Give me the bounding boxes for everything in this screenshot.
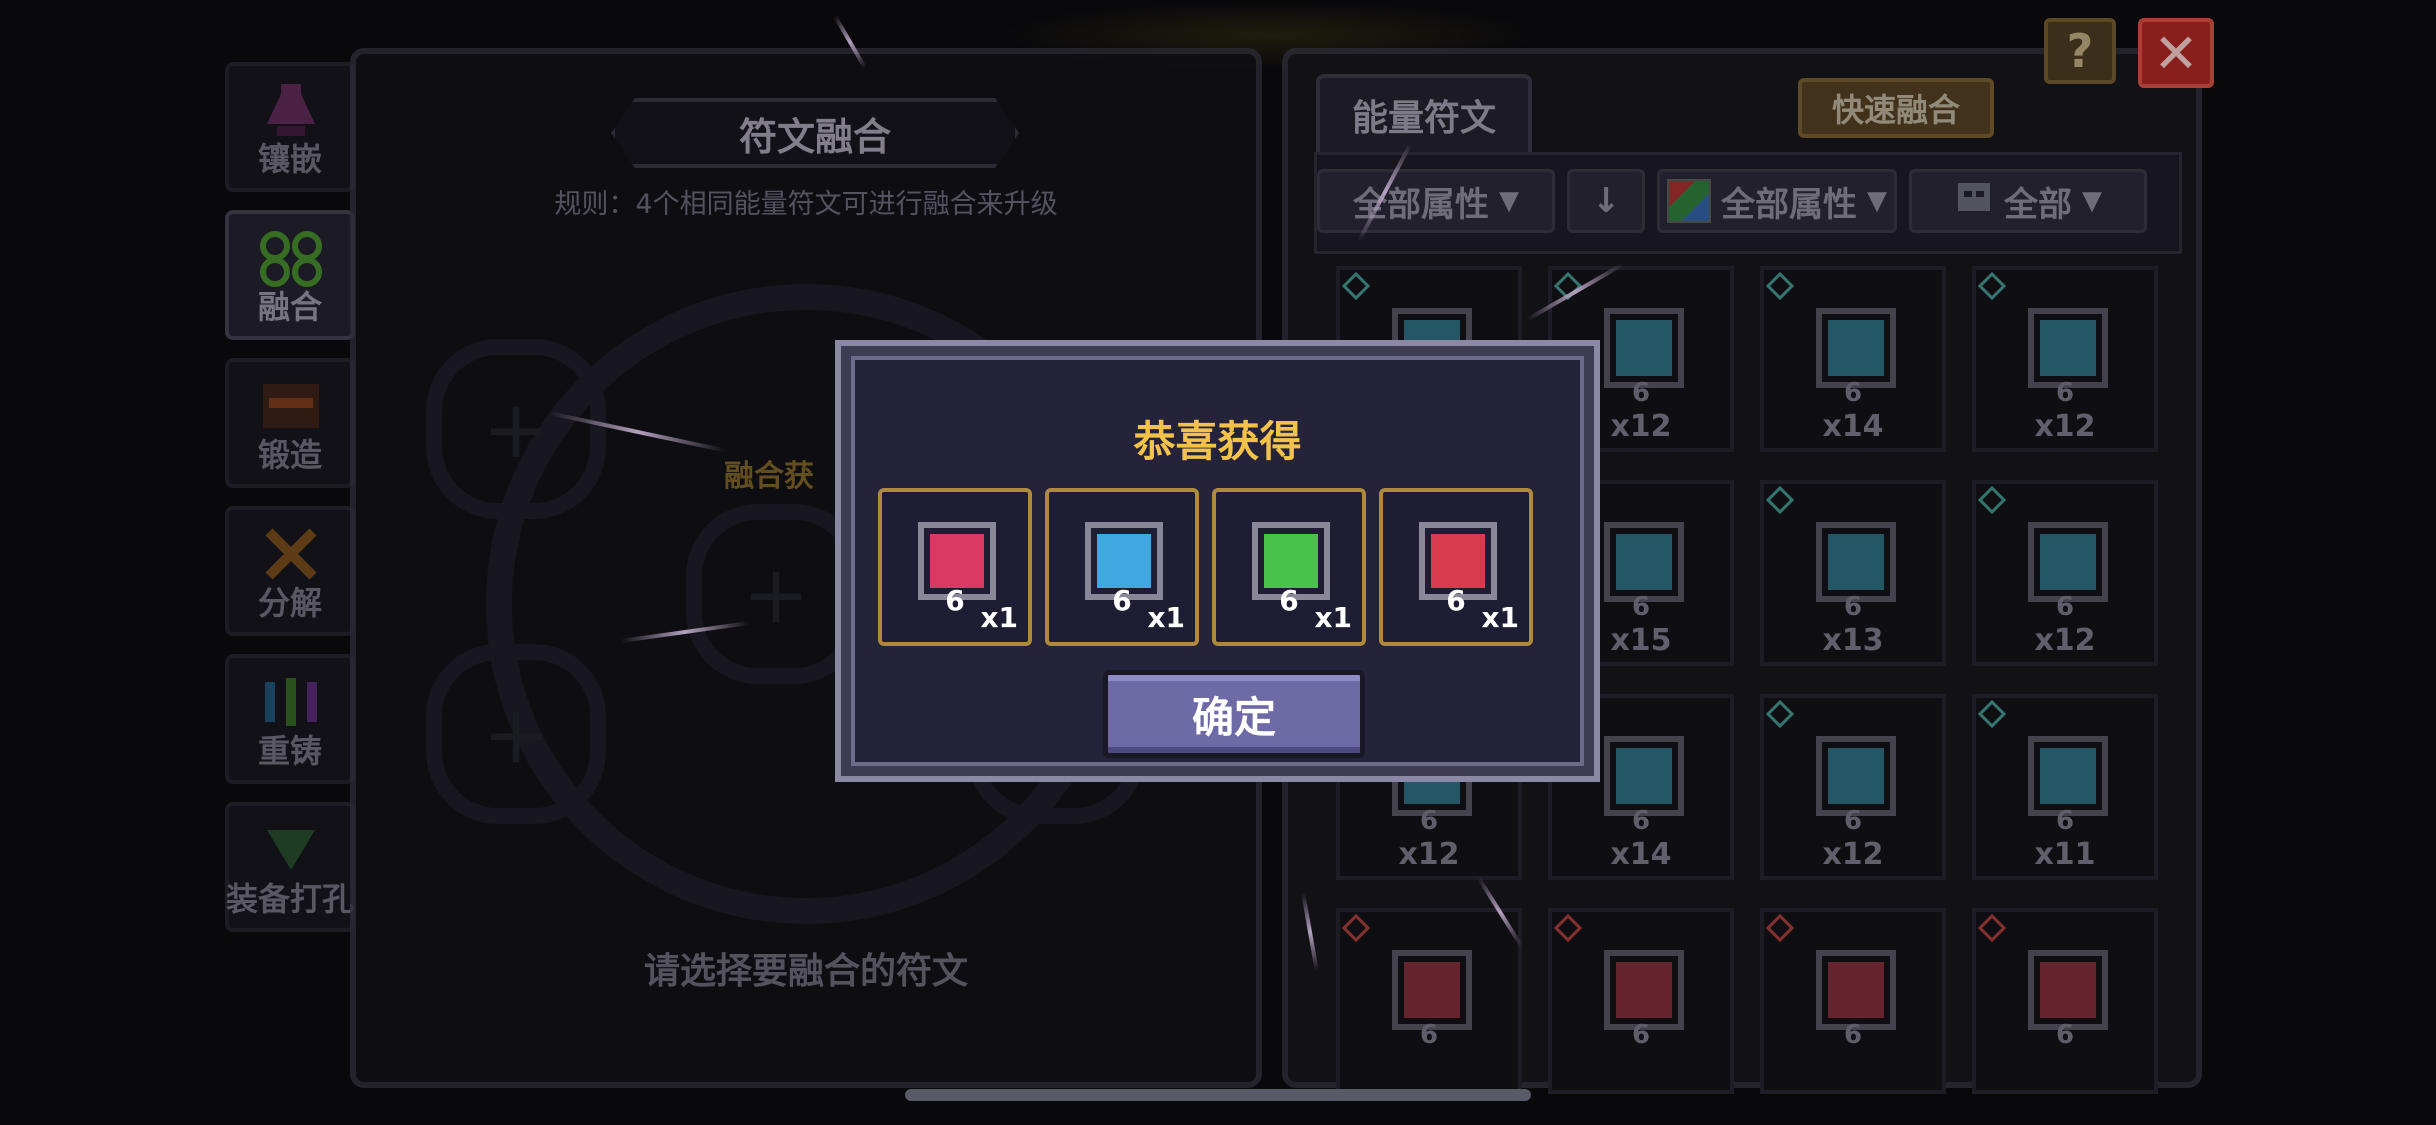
rune-symbol-icon (930, 534, 984, 588)
reward-modal-body: 恭喜获得 6 x1 6 x1 6 x1 6 x1 确定 (851, 356, 1584, 766)
reward-item[interactable]: 6 x1 (1045, 488, 1199, 646)
rune-symbol-icon (1264, 534, 1318, 588)
modal-title: 恭喜获得 (1133, 417, 1302, 466)
reward-quantity: x1 (1481, 601, 1519, 634)
rune-symbol-icon (1097, 534, 1151, 588)
confirm-button[interactable]: 确定 (1103, 670, 1365, 758)
reward-quantity: x1 (1314, 601, 1352, 634)
reward-item[interactable]: 6 x1 (1379, 488, 1533, 646)
reward-item[interactable]: 6 x1 (878, 488, 1032, 646)
reward-modal: 恭喜获得 6 x1 6 x1 6 x1 6 x1 确定 (835, 340, 1600, 782)
reward-quantity: x1 (1147, 601, 1185, 634)
home-indicator[interactable] (905, 1089, 1531, 1101)
rune-symbol-icon (1431, 534, 1485, 588)
reward-quantity: x1 (980, 601, 1018, 634)
reward-item[interactable]: 6 x1 (1212, 488, 1366, 646)
